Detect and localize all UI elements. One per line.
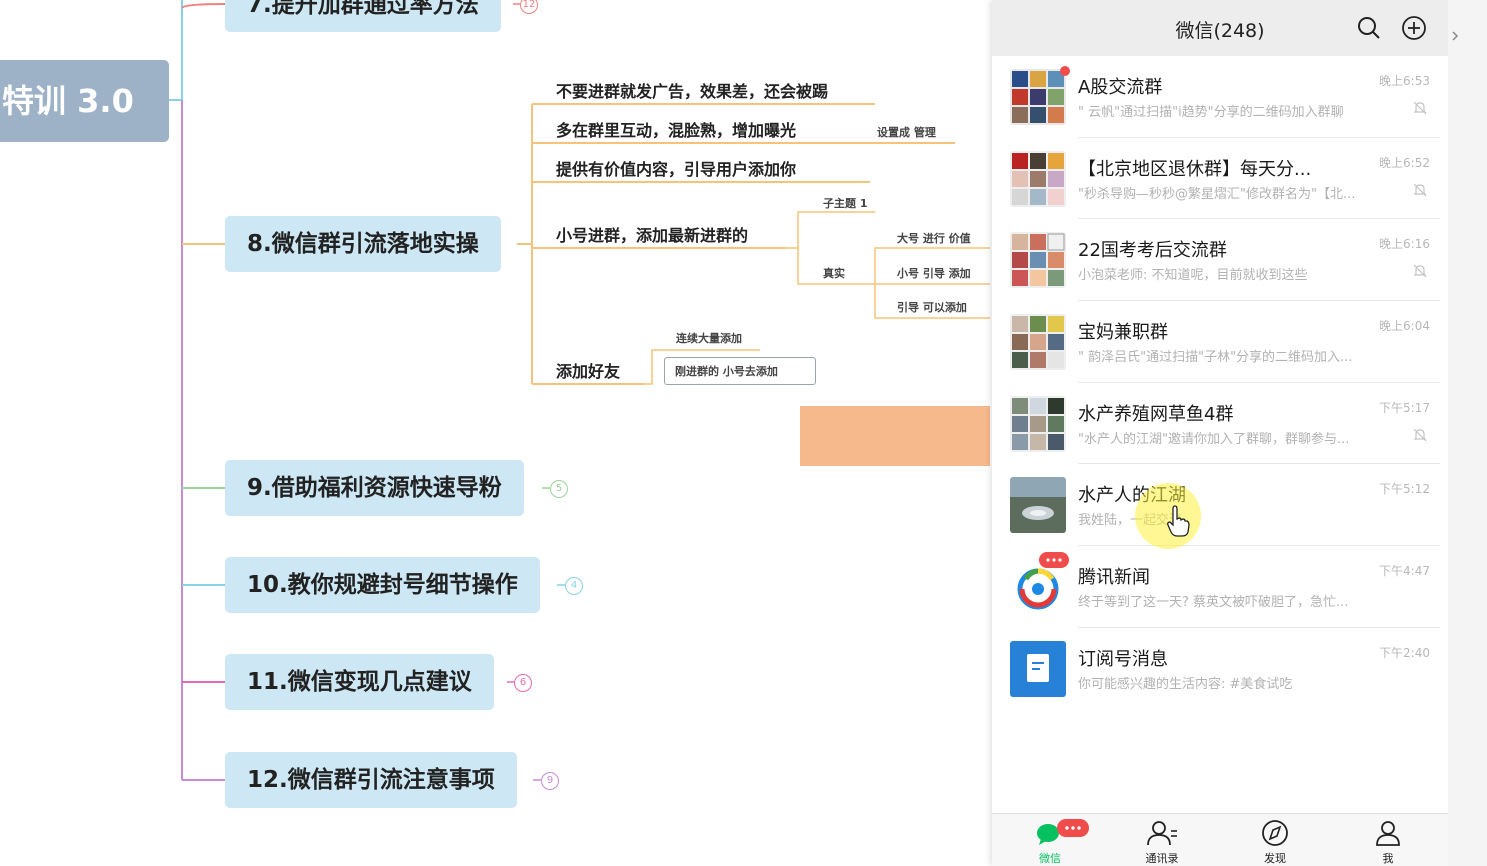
chat-name: 22国考考后交流群 [1078, 240, 1227, 262]
topic-9-badge[interactable]: 5 [550, 480, 568, 498]
mute-bell-icon [1413, 101, 1427, 115]
topic-11[interactable]: 11.微信变现几点建议 [225, 654, 494, 710]
topic-12[interactable]: 12.微信群引流注意事项 [225, 752, 517, 808]
subscription-avatar [1010, 640, 1066, 697]
mindmap-canvas: 特训 3.0 7.提升加群通过率方法 12 8.微信群引流落地实操 不要进群就发… [0, 0, 990, 866]
search-icon[interactable] [1356, 15, 1382, 41]
chat-item[interactable]: 【北京地区退休群】每天分... "秒杀导购—秒秒@繁星熠汇"修改群名为"【北..… [992, 138, 1448, 220]
subtopic-add-friends[interactable]: 添加好友 [556, 358, 620, 382]
chat-name: 订阅号消息 [1078, 648, 1168, 670]
chat-time: 晚上6:04 [1379, 319, 1430, 334]
topic-9[interactable]: 9.借助福利资源快速导粉 [225, 460, 524, 516]
chat-preview: 你可能感兴趣的生活内容: #美食试吃 [1078, 676, 1293, 692]
tab-discover[interactable]: 发现 [1235, 818, 1315, 866]
group-avatar [1010, 314, 1066, 371]
chat-time: 晚上6:53 [1379, 74, 1430, 88]
chat-name: 腾讯新闻 [1078, 567, 1150, 589]
chat-name: 【北京地区退休群】每天分... [1078, 158, 1312, 180]
chat-preview: 小泡菜老师: 不知道呢，目前就收到这些 [1078, 268, 1308, 284]
wechat-window: 微信(248) A股交流群 " 云帆"通过扫描"i趋势"分享的二维码加入群聊 晚… [992, 0, 1448, 866]
chat-time: 下午2:40 [1379, 645, 1430, 660]
chat-time: 晚上6:16 [1379, 237, 1430, 252]
add-icon[interactable] [1401, 15, 1427, 41]
chat-name: 水产养殖网草鱼4群 [1078, 403, 1234, 425]
chat-preview: "秒杀导购—秒秒@繁星熠汇"修改群名为"【北... [1078, 186, 1356, 202]
minor-small-guide[interactable]: 小号 引导 添加 [897, 265, 971, 281]
chat-item[interactable]: 宝妈兼职群 " 韵泽吕氏"通过扫描"子林"分享的二维码加入... 晚上6:04 [992, 301, 1448, 383]
unread-badge-icon [1057, 819, 1089, 837]
tab-contacts[interactable]: 通讯录 [1122, 818, 1202, 866]
chat-item[interactable]: 水产人的江湖 我姓陆，一起交流 下午5:12 [992, 464, 1448, 547]
minor-new-join-box[interactable]: 刚进群的 小号去添加 [664, 357, 816, 385]
mute-bell-icon [1413, 428, 1427, 442]
chat-item[interactable]: 水产养殖网草鱼4群 "水产人的江湖"邀请你加入了群聊，群聊参与... 下午5:1… [992, 383, 1448, 465]
group-avatar [1010, 232, 1066, 289]
topic-10-badge[interactable]: 4 [565, 577, 583, 595]
unread-dot [1060, 66, 1070, 76]
topic-7[interactable]: 7.提升加群通过率方法 [225, 0, 501, 32]
wechat-header: 微信(248) [992, 0, 1448, 56]
chevron-right-icon[interactable] [1450, 30, 1460, 42]
topic-11-badge[interactable]: 6 [514, 674, 532, 692]
tab-me-label: 我 [1382, 852, 1394, 865]
topic-8[interactable]: 8.微信群引流落地实操 [225, 216, 501, 272]
mute-bell-icon [1413, 264, 1427, 278]
chat-preview: " 韵泽吕氏"通过扫描"子林"分享的二维码加入... [1078, 350, 1353, 366]
mindmap-root[interactable]: 特训 3.0 [0, 60, 169, 142]
subtopic-interact[interactable]: 多在群里互动，混脸熟，增加曝光 [556, 117, 796, 141]
chat-item[interactable]: 订阅号消息 你可能感兴趣的生活内容: #美食试吃 下午2:40 [992, 628, 1448, 710]
chat-time: 下午5:17 [1379, 400, 1430, 415]
chat-time: 下午4:47 [1379, 564, 1430, 579]
chat-preview: "水产人的江湖"邀请你加入了群聊，群聊参与... [1078, 431, 1350, 447]
pond-avatar [1010, 477, 1066, 534]
minor-real[interactable]: 真实 [823, 265, 845, 281]
minor-big-account[interactable]: 大号 进行 价值 [897, 230, 971, 246]
chat-name: A股交流群 [1078, 77, 1163, 98]
decorative-smudge [800, 406, 990, 466]
bottom-tabbar: 微信 通讯录 发现 我 [992, 813, 1448, 866]
contacts-icon [1147, 821, 1177, 846]
topic-12-badge[interactable]: 9 [541, 772, 559, 790]
compass-icon [1262, 820, 1288, 846]
tab-chats-label: 微信 [1039, 852, 1061, 865]
minor-set-manage[interactable]: 设置成 管理 [877, 124, 936, 140]
chat-item[interactable]: 腾讯新闻 终于等到了这一天? 蔡英文被吓破胆了，急忙... 下午4:47 [992, 546, 1448, 628]
person-icon [1376, 821, 1400, 846]
chat-preview: 终于等到了这一天? 蔡英文被吓破胆了，急忙... [1078, 595, 1349, 611]
more-bubble-icon [1039, 552, 1069, 569]
chat-item[interactable]: 22国考考后交流群 小泡菜老师: 不知道呢，目前就收到这些 晚上6:16 [992, 219, 1448, 302]
group-avatar [1010, 69, 1066, 125]
tab-me[interactable]: 我 [1348, 818, 1428, 866]
chat-list: A股交流群 " 云帆"通过扫描"i趋势"分享的二维码加入群聊 晚上6:53 【北… [992, 56, 1448, 710]
chat-name: 宝妈兼职群 [1078, 322, 1168, 344]
topic-10[interactable]: 10.教你规避封号细节操作 [225, 557, 540, 613]
scroll-edge [1448, 0, 1487, 866]
chat-preview: 我姓陆，一起交流 [1078, 513, 1183, 529]
tab-discover-label: 发现 [1264, 852, 1286, 865]
group-avatar [1010, 395, 1066, 452]
subtopic-small-account[interactable]: 小号进群，添加最新进群的 [556, 222, 748, 246]
group-avatar [1010, 150, 1066, 207]
minor-add-many[interactable]: 连续大量添加 [676, 330, 742, 346]
subtopic-no-ads[interactable]: 不要进群就发广告，效果差，还会被踢 [556, 78, 828, 102]
chat-item[interactable]: A股交流群 " 云帆"通过扫描"i趋势"分享的二维码加入群聊 晚上6:53 [992, 56, 1448, 138]
chat-time: 下午5:12 [1379, 482, 1430, 497]
hand-cursor-icon [1167, 505, 1190, 537]
chat-preview: " 云帆"通过扫描"i趋势"分享的二维码加入群聊 [1078, 105, 1344, 120]
minor-subtopic-1[interactable]: 子主题 1 [823, 195, 867, 211]
tab-contacts-label: 通讯录 [1145, 852, 1179, 865]
chat-time: 晚上6:52 [1379, 155, 1430, 170]
subtopic-value-content[interactable]: 提供有价值内容，引导用户添加你 [556, 156, 796, 180]
minor-guide-add[interactable]: 引导 可以添加 [897, 299, 967, 315]
mute-bell-icon [1413, 183, 1427, 197]
